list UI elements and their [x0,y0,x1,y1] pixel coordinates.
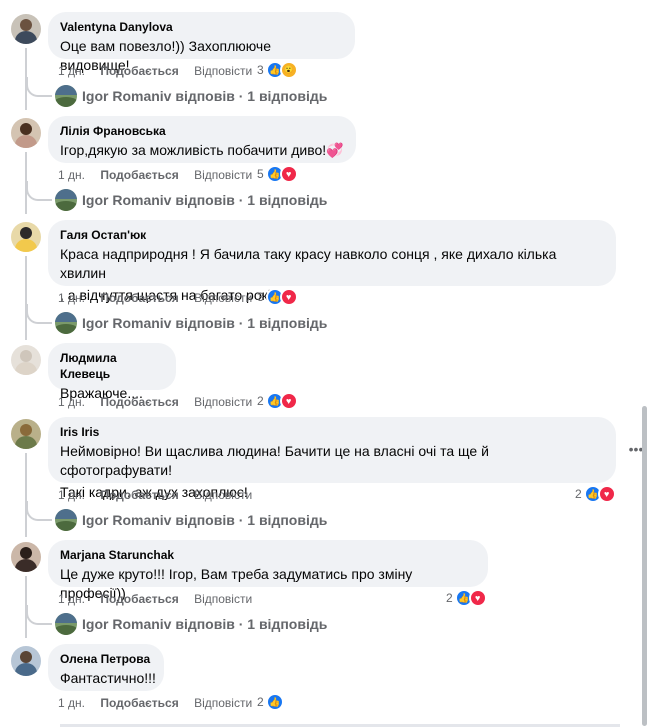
avatar[interactable] [11,222,41,252]
thread-line [25,256,27,340]
comment-bubble: Iris Iris Неймовірно! Ви щаслива людина!… [48,417,616,500]
comment-text: Ігор,дякую за можливість побачити диво!💞 [60,142,344,158]
reaction-count: 3 [257,63,264,77]
reply-connector [26,304,52,324]
comment-author[interactable]: Лілія Франовська [60,123,344,139]
reply-button[interactable]: Відповісти [194,487,252,503]
reply-summary[interactable]: Igor Romaniv відповів · 1 відповідь [82,88,327,105]
comment-author[interactable]: Marjana Starunchak [60,547,476,563]
reply-summary[interactable]: Igor Romaniv відповів · 1 відповідь [82,616,327,633]
avatar[interactable] [11,419,41,449]
reaction-summary[interactable]: 2 👍 ♥ [446,589,487,607]
like-button[interactable]: Подобається [100,290,178,306]
like-button[interactable]: Подобається [100,695,178,711]
love-icon: ♥ [279,288,298,306]
reply-connector [26,605,52,625]
reply-connector [26,181,52,201]
comment-bubble: Людмила Клевець Вражаюче.... [48,343,176,401]
comment-bubble: Галя Остап'юк Краса надприродня ! Я бачи… [48,220,616,303]
comment-time[interactable]: 1 дн. [58,63,85,79]
comment-time[interactable]: 1 дн. [58,487,85,503]
reaction-count: 3 [257,290,264,304]
reply-button[interactable]: Відповісти [194,63,252,79]
comment-bubble: Олена Петрова Фантастично!!! [48,644,164,691]
reply-summary[interactable]: Igor Romaniv відповів · 1 відповідь [82,315,327,332]
reaction-summary[interactable]: 2 👍 ♥ [575,485,616,503]
reply-avatar [55,613,77,635]
comment-text: Неймовірно! Ви щаслива людина! Бачити це… [60,443,489,478]
comment-author[interactable]: Галя Остап'юк [60,227,604,243]
reply-connector [26,501,52,521]
comment-time[interactable]: 1 дн. [58,591,85,607]
like-button[interactable]: Подобається [100,591,178,607]
comment-text: Фантастично!!! [60,670,156,686]
like-button[interactable]: Подобається [100,63,178,79]
comment-actions: 1 дн. Подобається Відповісти [58,695,264,711]
reply-button[interactable]: Відповісти [194,167,252,183]
reply-avatar [55,312,77,334]
reply-button[interactable]: Відповісти [194,591,252,607]
reaction-count: 2 [446,591,453,605]
like-icon: 👍 [265,693,284,711]
comment-text: Краса надприродня ! Я бачила таку красу … [60,246,557,281]
reply-avatar [55,189,77,211]
reaction-count: 2 [257,695,264,709]
reply-summary[interactable]: Igor Romaniv відповів · 1 відповідь [82,192,327,209]
scrollbar[interactable] [642,406,647,726]
reaction-summary[interactable]: 5 👍 ♥ [257,165,298,183]
comment-bubble: Лілія Франовська Ігор,дякую за можливіст… [48,116,356,163]
comment-time[interactable]: 1 дн. [58,167,85,183]
comment-time[interactable]: 1 дн. [58,394,85,410]
wow-icon: 😮 [279,61,298,79]
comment-author[interactable]: Iris Iris [60,424,604,440]
comment-actions: 1 дн. Подобається Відповісти [58,167,264,183]
thread-line [25,453,27,537]
reaction-count: 2 [575,487,582,501]
comment-author[interactable]: Людмила Клевець [60,350,164,382]
reaction-summary[interactable]: 2 👍 ♥ [257,392,298,410]
reply-avatar [55,509,77,531]
like-button[interactable]: Подобається [100,167,178,183]
reaction-summary[interactable]: 3 👍 ♥ [257,288,298,306]
love-icon: ♥ [468,589,487,607]
reaction-summary[interactable]: 3 👍 😮 [257,61,298,79]
comment-time[interactable]: 1 дн. [58,290,85,306]
like-button[interactable]: Подобається [100,487,178,503]
comment-thread: Valentyna Danylova Оце вам повезло!)) За… [0,0,649,727]
comment-actions: 1 дн. Подобається Відповісти [58,487,264,503]
comment-time[interactable]: 1 дн. [58,695,85,711]
comment-author[interactable]: Олена Петрова [60,651,152,667]
comment-bubble: Marjana Starunchak Це дуже круто!!! Ігор… [48,540,488,601]
comment-bubble: Valentyna Danylova Оце вам повезло!)) За… [48,12,355,73]
love-icon: ♥ [597,485,616,503]
reply-avatar [55,85,77,107]
comment-author[interactable]: Valentyna Danylova [60,19,343,35]
reply-button[interactable]: Відповісти [194,394,252,410]
love-icon: ♥ [279,165,298,183]
avatar[interactable] [11,14,41,44]
comment-actions: 1 дн. Подобається Відповісти [58,394,264,410]
comment-actions: 1 дн. Подобається Відповісти [58,290,264,306]
reply-summary[interactable]: Igor Romaniv відповів · 1 відповідь [82,512,327,529]
reply-button[interactable]: Відповісти [194,290,252,306]
reaction-count: 5 [257,167,264,181]
reply-button[interactable]: Відповісти [194,695,252,711]
avatar[interactable] [11,646,41,676]
avatar[interactable] [11,542,41,572]
comment-actions: 1 дн. Подобається Відповісти [58,591,264,607]
avatar[interactable] [11,345,41,375]
comment-actions: 1 дн. Подобається Відповісти [58,63,264,79]
avatar[interactable] [11,118,41,148]
like-button[interactable]: Подобається [100,394,178,410]
reply-connector [26,77,52,97]
love-icon: ♥ [279,392,298,410]
reaction-summary[interactable]: 2 👍 [257,693,284,711]
reaction-count: 2 [257,394,264,408]
